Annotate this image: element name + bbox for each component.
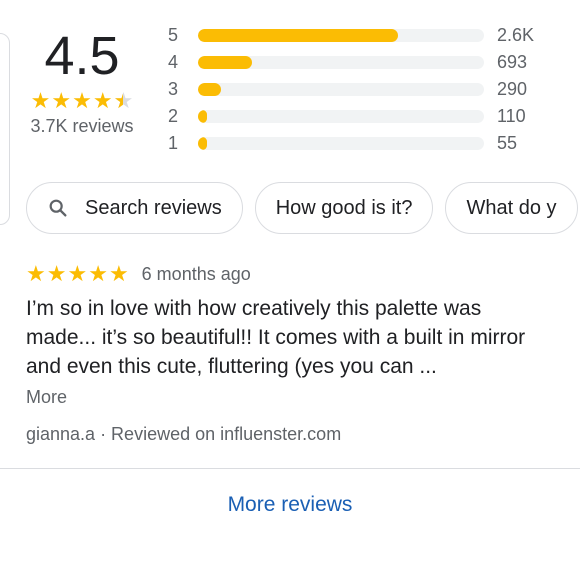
review-author: gianna.a · Reviewed on influenster.com	[26, 424, 342, 444]
question-chip-label: What do y	[466, 196, 557, 219]
rating-count: 693	[497, 52, 528, 72]
more-link[interactable]: More	[26, 387, 566, 408]
rating-bar-fill	[198, 110, 207, 123]
average-stars: ★ ★ ★ ★ ★★	[22, 90, 142, 112]
average-rating: 4.5	[44, 26, 120, 86]
star-icon: ★	[51, 88, 72, 113]
review-date: 6 months ago	[141, 263, 251, 284]
rating-distribution: 5 2.6K 4 693 3 290 2 110 1 55	[168, 22, 534, 157]
review-card: ★ ★ ★ ★ ★ 6 months ago I’m so in love wi…	[26, 262, 566, 445]
review-text: I’m so in love with how creatively this …	[26, 297, 526, 378]
star-level: 5	[168, 25, 179, 45]
question-chip-what-do[interactable]: What do y	[445, 182, 578, 234]
rating-bar-track	[198, 56, 484, 69]
rating-count: 290	[497, 79, 528, 99]
question-chip-label: How good is it?	[275, 196, 413, 219]
rating-bar-fill	[198, 29, 399, 42]
rating-bar-fill	[198, 56, 253, 69]
search-icon	[47, 197, 69, 219]
rating-row-3[interactable]: 3 290	[168, 76, 534, 103]
rating-bar-track	[198, 29, 484, 42]
star-icon: ★	[30, 88, 51, 113]
rating-row-5[interactable]: 5 2.6K	[168, 22, 534, 49]
review-count: 3.7K reviews	[30, 116, 134, 136]
star-icon: ★	[46, 261, 67, 286]
star-icon: ★	[88, 261, 108, 286]
rating-count: 110	[497, 106, 526, 126]
rating-bar-track	[198, 137, 484, 150]
rating-summary: 4.5 ★ ★ ★ ★ ★★ 3.7K reviews	[22, 26, 142, 137]
rating-row-4[interactable]: 4 693	[168, 49, 534, 76]
rating-bar-fill	[198, 137, 207, 150]
rating-bar-track	[198, 110, 484, 123]
divider	[0, 468, 580, 469]
star-icon: ★	[67, 261, 88, 286]
rating-bar-track	[198, 83, 484, 96]
review-rating: ★ ★ ★ ★ ★ 6 months ago	[26, 262, 566, 286]
star-level: 2	[168, 106, 179, 126]
rating-count: 2.6K	[497, 25, 535, 45]
star-icon: ★	[26, 261, 46, 286]
question-chip-how-good[interactable]: How good is it?	[254, 182, 434, 234]
half-star-icon: ★★	[113, 88, 134, 113]
search-reviews-button[interactable]: Search reviews	[26, 182, 243, 234]
rating-row-1[interactable]: 1 55	[168, 130, 534, 157]
rating-count: 55	[497, 133, 518, 153]
rating-row-2[interactable]: 2 110	[168, 103, 534, 130]
search-reviews-label: Search reviews	[85, 196, 222, 219]
star-level: 1	[168, 133, 179, 153]
star-level: 4	[168, 52, 179, 72]
star-icon: ★	[92, 88, 113, 113]
more-reviews-link[interactable]: More reviews	[0, 493, 580, 517]
star-icon: ★	[72, 88, 92, 113]
star-icon: ★	[108, 261, 129, 286]
review-chips: Search reviews How good is it? What do y	[26, 182, 578, 234]
rating-bar-fill	[198, 83, 221, 96]
previous-card-edge[interactable]	[0, 33, 10, 225]
star-level: 3	[168, 79, 179, 99]
